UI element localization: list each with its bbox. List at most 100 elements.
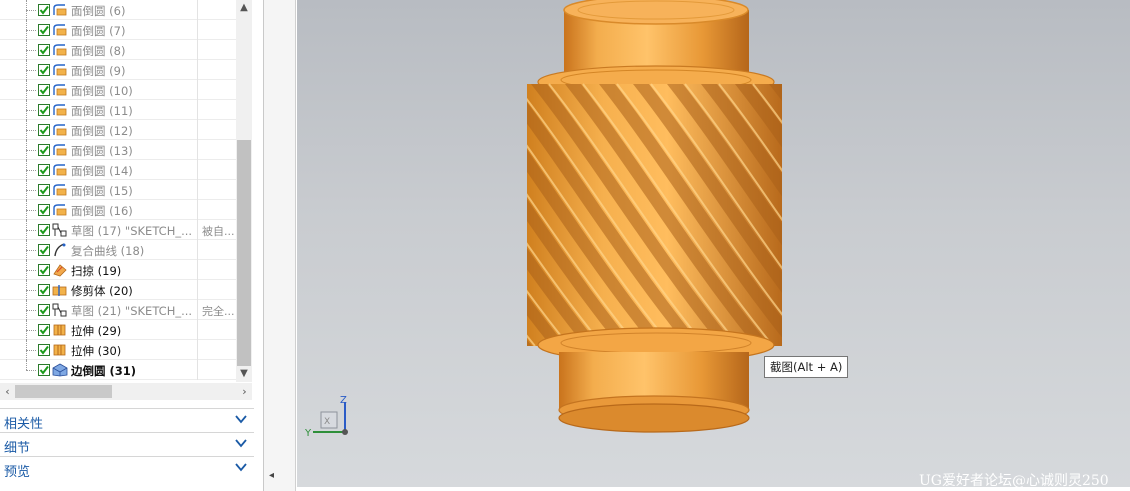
tree-connector xyxy=(26,140,36,160)
composite-curve-icon xyxy=(52,243,68,257)
wcs-triad-icon: Z Y X xyxy=(305,395,348,439)
face-blend-icon xyxy=(52,203,68,217)
face-blend-icon xyxy=(52,143,68,157)
feature-checkbox[interactable] xyxy=(38,144,50,156)
chevron-down-icon[interactable] xyxy=(234,460,248,474)
feature-row[interactable]: 面倒圆 (13) xyxy=(0,140,236,160)
feature-checkbox[interactable] xyxy=(38,24,50,36)
feature-checkbox[interactable] xyxy=(38,204,50,216)
feature-name: 扫掠 (19) xyxy=(71,264,122,278)
feature-row[interactable]: 面倒圆 (8) xyxy=(0,40,236,60)
feature-checkbox[interactable] xyxy=(38,64,50,76)
tree-connector xyxy=(26,220,36,240)
feature-row[interactable]: 面倒圆 (16) xyxy=(0,200,236,220)
column-separator xyxy=(197,140,198,160)
feature-row[interactable]: 拉伸 (29) xyxy=(0,320,236,340)
edge-blend-icon xyxy=(52,363,68,377)
panel-details[interactable]: 细节 xyxy=(0,432,254,456)
scroll-down-arrow-icon[interactable]: ▼ xyxy=(236,366,252,382)
chevron-down-icon[interactable] xyxy=(234,436,248,450)
face-blend-icon xyxy=(52,163,68,177)
feature-row[interactable]: 面倒圆 (7) xyxy=(0,20,236,40)
feature-comment: 被自... xyxy=(202,225,235,238)
feature-checkbox[interactable] xyxy=(38,264,50,276)
feature-name: 面倒圆 (11) xyxy=(71,104,133,118)
column-separator xyxy=(197,260,198,280)
panel-dependencies-label: 相关性 xyxy=(4,417,44,432)
feature-row[interactable]: 面倒圆 (6) xyxy=(0,0,236,20)
feature-checkbox[interactable] xyxy=(38,124,50,136)
feature-name: 修剪体 (20) xyxy=(71,284,133,298)
tree-connector xyxy=(26,260,36,280)
face-blend-icon xyxy=(52,63,68,77)
feature-row[interactable]: 复合曲线 (18) xyxy=(0,240,236,260)
feature-row[interactable]: 草图 (21) "SKETCH_... 完全... xyxy=(0,300,236,320)
scroll-right-arrow-icon[interactable]: › xyxy=(237,383,252,400)
feature-row[interactable]: 面倒圆 (11) xyxy=(0,100,236,120)
triad-z-label: Z xyxy=(340,395,347,406)
feature-name: 拉伸 (30) xyxy=(71,344,122,358)
feature-name: 面倒圆 (14) xyxy=(71,164,133,178)
swept-icon xyxy=(52,263,68,277)
feature-comment: 完全... xyxy=(202,305,235,318)
tree-connector xyxy=(26,340,36,360)
triad-y-label: Y xyxy=(305,428,312,439)
forum-watermark: UG爱好者论坛@心诚则灵250 xyxy=(919,473,1109,487)
feature-row[interactable]: 面倒圆 (15) xyxy=(0,180,236,200)
feature-row[interactable]: 面倒圆 (14) xyxy=(0,160,236,180)
vertical-scroll-thumb[interactable] xyxy=(237,140,251,366)
feature-checkbox[interactable] xyxy=(38,364,50,376)
feature-checkbox[interactable] xyxy=(38,244,50,256)
tree-connector xyxy=(26,40,36,60)
feature-row[interactable]: 扫掠 (19) xyxy=(0,260,236,280)
column-separator xyxy=(197,160,198,180)
graphics-window[interactable]: Z Y X 截图(Alt + A) UG爱好者论坛@心诚则灵250 xyxy=(297,0,1130,487)
face-blend-icon xyxy=(52,123,68,137)
feature-name: 面倒圆 (7) xyxy=(71,24,126,38)
feature-row[interactable]: 面倒圆 (9) xyxy=(0,60,236,80)
feature-row[interactable]: 修剪体 (20) xyxy=(0,280,236,300)
collapse-arrow-icon[interactable]: ◂ xyxy=(269,470,274,481)
feature-checkbox[interactable] xyxy=(38,304,50,316)
column-separator xyxy=(197,200,198,220)
column-separator xyxy=(197,360,198,380)
tree-connector xyxy=(26,0,36,20)
vertical-scrollbar[interactable]: ▲ ▼ xyxy=(236,0,252,382)
feature-row[interactable]: 草图 (17) "SKETCH_... 被自... xyxy=(0,220,236,240)
horizontal-scrollbar[interactable]: ‹ › xyxy=(0,383,252,400)
panel-dependencies[interactable]: 相关性 xyxy=(0,408,254,432)
helical-gear-model[interactable] xyxy=(297,0,1130,487)
column-separator xyxy=(197,280,198,300)
feature-name: 面倒圆 (6) xyxy=(71,4,126,18)
feature-checkbox[interactable] xyxy=(38,44,50,56)
feature-row[interactable]: 边倒圆 (31) xyxy=(0,360,236,380)
tree-connector xyxy=(26,100,36,120)
feature-row[interactable]: 面倒圆 (10) xyxy=(0,80,236,100)
feature-row[interactable]: 拉伸 (30) xyxy=(0,340,236,360)
feature-checkbox[interactable] xyxy=(38,84,50,96)
feature-row[interactable]: 面倒圆 (12) xyxy=(0,120,236,140)
feature-checkbox[interactable] xyxy=(38,224,50,236)
panel-preview[interactable]: 预览 xyxy=(0,456,254,480)
feature-checkbox[interactable] xyxy=(38,4,50,16)
feature-checkbox[interactable] xyxy=(38,184,50,196)
scroll-up-arrow-icon[interactable]: ▲ xyxy=(236,0,252,16)
feature-name: 复合曲线 (18) xyxy=(71,244,145,258)
column-separator xyxy=(197,180,198,200)
scroll-left-arrow-icon[interactable]: ‹ xyxy=(0,383,15,400)
chevron-down-icon[interactable] xyxy=(234,412,248,426)
navigator-splitter[interactable]: ◂ xyxy=(264,0,296,491)
feature-checkbox[interactable] xyxy=(38,344,50,356)
feature-name: 边倒圆 (31) xyxy=(71,364,137,378)
tree-connector xyxy=(26,300,36,320)
face-blend-icon xyxy=(52,83,68,97)
horizontal-scroll-thumb[interactable] xyxy=(15,385,112,398)
face-blend-icon xyxy=(52,43,68,57)
column-separator xyxy=(197,300,198,320)
feature-checkbox[interactable] xyxy=(38,104,50,116)
column-separator xyxy=(197,100,198,120)
feature-checkbox[interactable] xyxy=(38,164,50,176)
feature-checkbox[interactable] xyxy=(38,324,50,336)
feature-checkbox[interactable] xyxy=(38,284,50,296)
feature-name: 草图 (21) "SKETCH_... xyxy=(71,304,193,318)
